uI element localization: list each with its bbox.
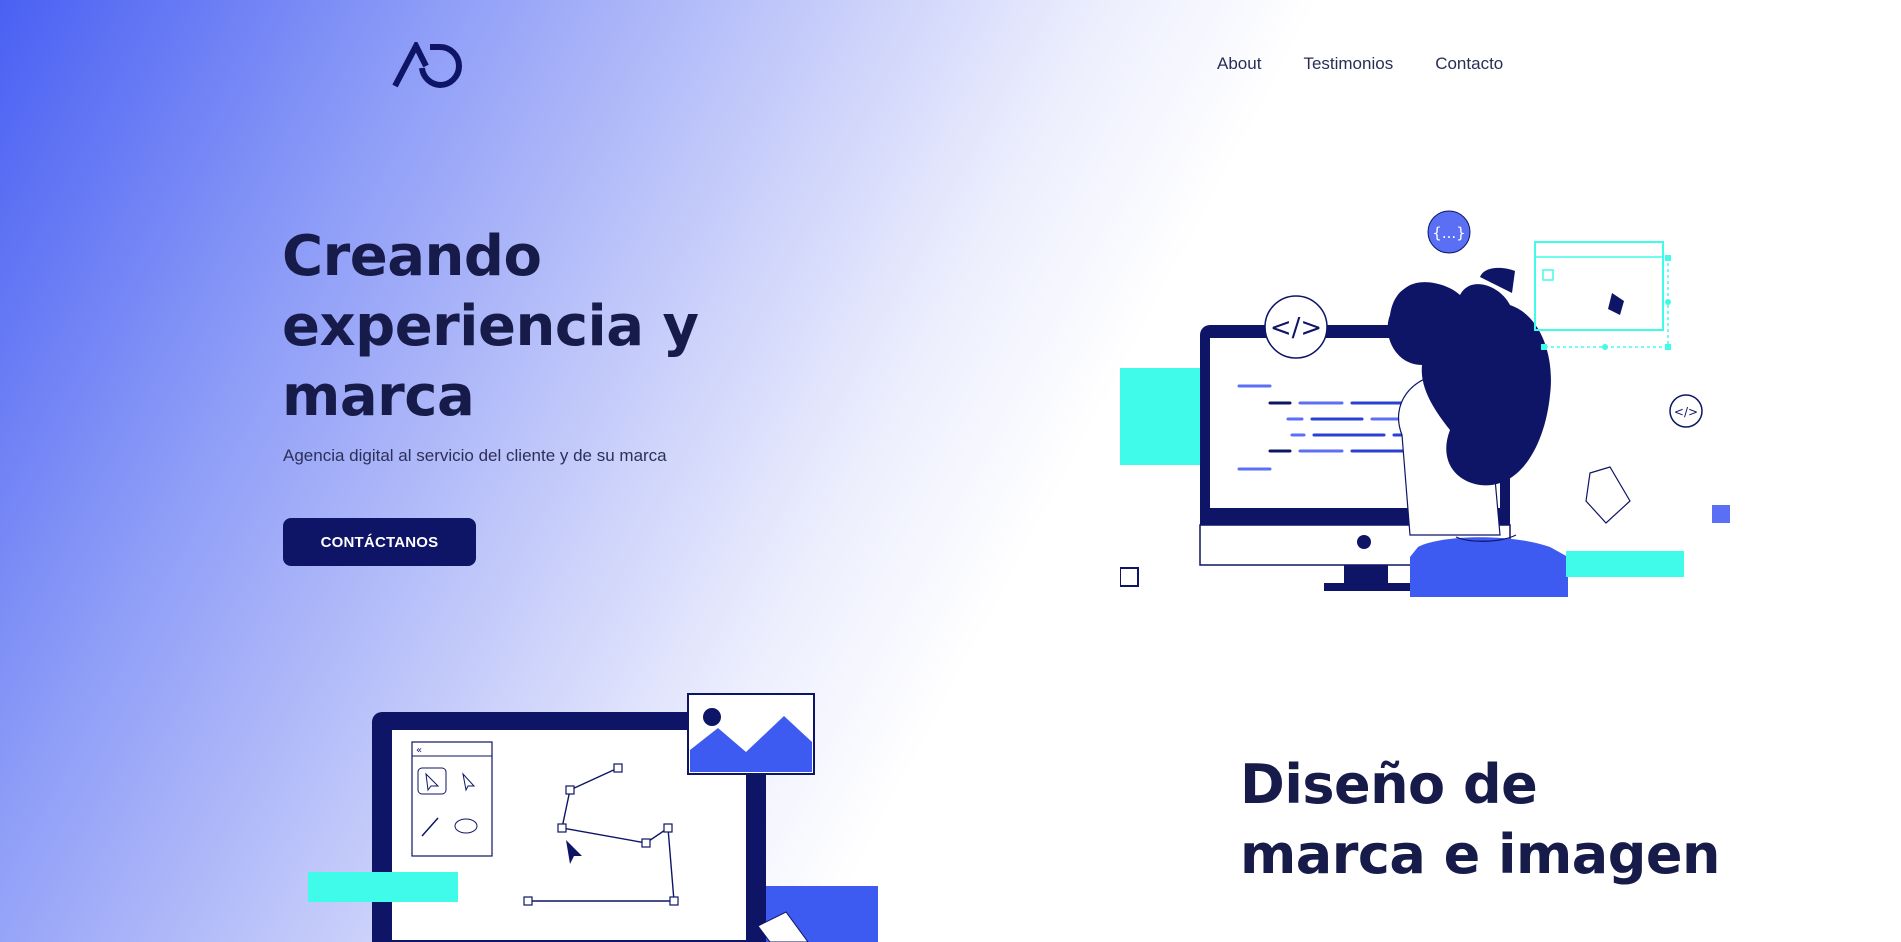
developer-illustration: </> {...} </> [1120,210,1730,597]
svg-text:</>: </> [1674,405,1698,419]
svg-text:{...}: {...} [1432,224,1465,242]
pen-tool-icon [1534,241,1671,350]
section-title-branding: Diseño de marca e imagen [1240,750,1740,890]
design-illustration: « [308,693,878,942]
svg-text:</>: </> [1270,313,1322,343]
hero-subtitle: Agencia digital al servicio del cliente … [283,446,667,465]
ad-logo[interactable] [392,42,466,88]
section-title-text: Diseño de marca e imagen [1240,753,1720,886]
main-nav: About Testimonios Contacto [1217,54,1503,74]
nav-link-testimonios[interactable]: Testimonios [1303,54,1393,74]
json-braces-icon: {...} [1427,210,1471,254]
nav-link-contacto[interactable]: Contacto [1435,54,1503,74]
svg-text:«: « [416,745,422,756]
code-tag-icon: </> [1669,394,1703,428]
nav-link-about[interactable]: About [1217,54,1261,74]
hero-title: Creando experiencia y marca [282,224,699,429]
image-icon [687,693,815,775]
code-tag-icon: </> [1264,295,1328,359]
contact-button[interactable]: CONTÁCTANOS [283,518,476,566]
